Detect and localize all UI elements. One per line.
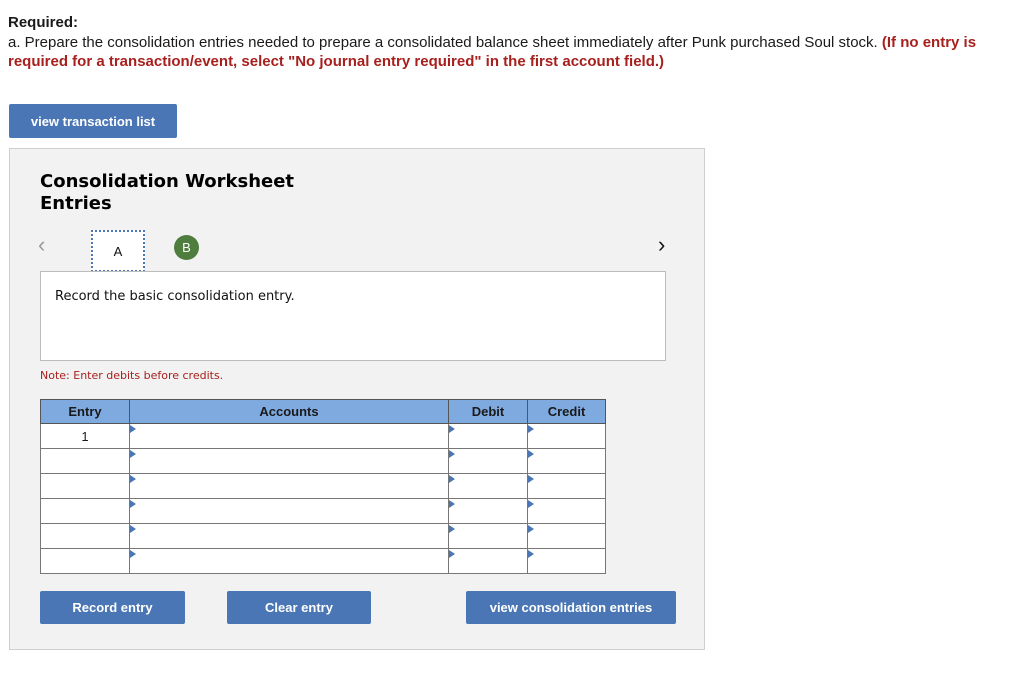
debit-cell <box>448 548 528 574</box>
account-cell <box>129 548 449 574</box>
view-transaction-list-button[interactable]: view transaction list <box>9 104 177 138</box>
table-row <box>40 523 606 549</box>
credit-input[interactable] <box>528 524 605 548</box>
table-row: 1 <box>40 423 606 449</box>
credit-input[interactable] <box>528 549 605 573</box>
column-header-accounts: Accounts <box>129 399 449 424</box>
tab-b[interactable]: B <box>174 235 199 260</box>
required-label: Required: <box>8 14 79 31</box>
entry-number-cell <box>40 498 130 524</box>
credit-cell <box>527 423 606 449</box>
account-dropdown[interactable] <box>130 499 448 523</box>
table-row <box>40 548 606 574</box>
journal-entry-table: Entry Accounts Debit Credit 1 <box>40 399 606 574</box>
table-row <box>40 498 606 524</box>
view-consolidation-entries-button[interactable]: view consolidation entries <box>466 591 676 624</box>
instruction-text: a. Prepare the consolidation entries nee… <box>8 33 878 51</box>
credit-input[interactable] <box>528 424 605 448</box>
debit-cell <box>448 523 528 549</box>
table-row <box>40 448 606 474</box>
worksheet-title-line1: Consolidation Worksheet <box>40 171 295 192</box>
prompt-text: Record the basic consolidation entry. <box>55 289 295 304</box>
worksheet-title: Consolidation Worksheet Entries <box>40 171 294 215</box>
debit-input[interactable] <box>449 449 527 473</box>
account-dropdown[interactable] <box>130 549 448 573</box>
chevron-left-icon[interactable]: ‹ <box>38 233 58 257</box>
tab-a[interactable]: A <box>91 230 145 272</box>
table-header-row: Entry Accounts Debit Credit <box>40 399 606 424</box>
credit-cell <box>527 473 606 499</box>
debit-cell <box>448 423 528 449</box>
entry-number-cell <box>40 473 130 499</box>
entry-number-cell <box>40 523 130 549</box>
credit-input[interactable] <box>528 449 605 473</box>
credit-cell <box>527 498 606 524</box>
account-cell <box>129 523 449 549</box>
credit-cell <box>527 548 606 574</box>
debit-cell <box>448 473 528 499</box>
prompt-box: Record the basic consolidation entry. <box>40 271 666 361</box>
account-dropdown[interactable] <box>130 524 448 548</box>
debit-credit-note: Note: Enter debits before credits. <box>40 369 224 382</box>
credit-cell <box>527 448 606 474</box>
question-instruction: a. Prepare the consolidation entries nee… <box>8 33 1008 72</box>
debit-cell <box>448 448 528 474</box>
column-header-debit: Debit <box>448 399 528 424</box>
account-dropdown[interactable] <box>130 424 448 448</box>
entry-number-cell <box>40 548 130 574</box>
entry-number-cell: 1 <box>40 423 130 449</box>
worksheet-title-line2: Entries <box>40 193 112 214</box>
credit-input[interactable] <box>528 474 605 498</box>
debit-input[interactable] <box>449 524 527 548</box>
debit-input[interactable] <box>449 474 527 498</box>
account-dropdown[interactable] <box>130 449 448 473</box>
table-row <box>40 473 606 499</box>
column-header-credit: Credit <box>527 399 606 424</box>
chevron-right-icon[interactable]: › <box>658 233 678 257</box>
account-cell <box>129 448 449 474</box>
column-header-entry: Entry <box>40 399 130 424</box>
account-dropdown[interactable] <box>130 474 448 498</box>
credit-input[interactable] <box>528 499 605 523</box>
clear-entry-button[interactable]: Clear entry <box>227 591 371 624</box>
entry-number-cell <box>40 448 130 474</box>
debit-input[interactable] <box>449 499 527 523</box>
record-entry-button[interactable]: Record entry <box>40 591 185 624</box>
debit-input[interactable] <box>449 549 527 573</box>
account-cell <box>129 423 449 449</box>
debit-input[interactable] <box>449 424 527 448</box>
consolidation-worksheet-panel: Consolidation Worksheet Entries ‹ A B › … <box>9 148 705 650</box>
debit-cell <box>448 498 528 524</box>
question-block: Required: a. Prepare the consolidation e… <box>8 13 1008 72</box>
credit-cell <box>527 523 606 549</box>
account-cell <box>129 498 449 524</box>
account-cell <box>129 473 449 499</box>
